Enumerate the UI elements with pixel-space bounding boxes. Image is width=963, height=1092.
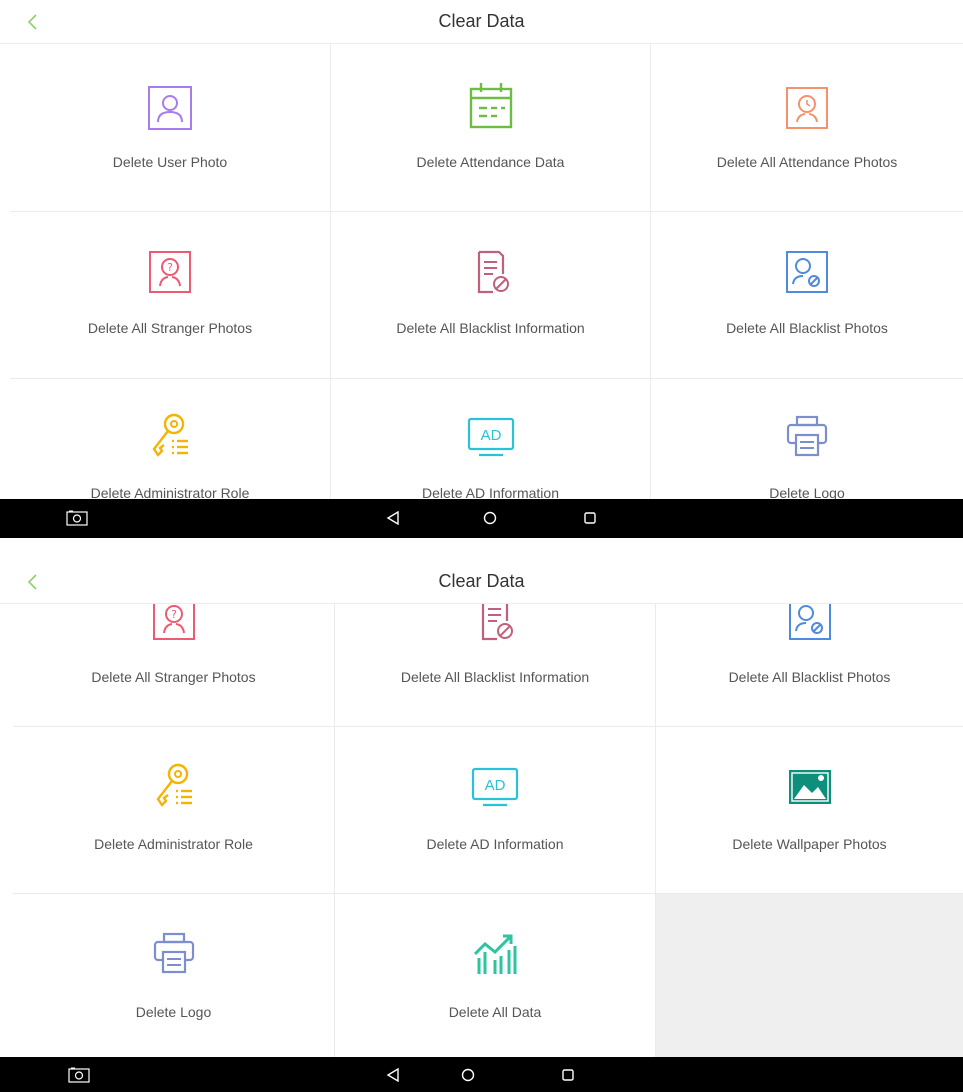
tile-label: Delete All Stranger Photos — [91, 669, 256, 685]
svg-text:AD: AD — [485, 777, 506, 794]
screen-separator — [0, 538, 963, 552]
tile-delete-all-blacklist-photos[interactable]: Delete All Blacklist Photos — [651, 212, 963, 379]
nav-back-icon[interactable] — [386, 1068, 400, 1082]
tile-delete-all-stranger-photos[interactable]: ? Delete All Stranger Photos — [10, 212, 331, 379]
nav-back-icon[interactable] — [386, 511, 400, 525]
calendar-icon — [469, 83, 512, 129]
android-nav-bar — [0, 499, 963, 538]
tile-delete-wallpaper-photos[interactable]: Delete Wallpaper Photos — [656, 727, 963, 894]
svg-text:AD: AD — [480, 427, 501, 444]
header: Clear Data — [0, 552, 963, 604]
stranger-photo-icon: ? — [149, 251, 191, 293]
nav-recents-icon[interactable] — [584, 512, 596, 524]
tile-delete-attendance-data[interactable]: Delete Attendance Data — [331, 44, 651, 212]
tile-delete-all-data[interactable]: Delete All Data — [335, 894, 656, 1062]
ad-monitor-icon: AD — [471, 767, 519, 807]
tile-delete-administrator-role[interactable]: Delete Administrator Role — [13, 727, 335, 894]
attendance-photo-icon — [786, 87, 828, 129]
tile-delete-logo[interactable]: Delete Logo — [13, 894, 335, 1062]
nav-home-icon[interactable] — [461, 1068, 475, 1082]
empty-grid-cell — [656, 894, 963, 1062]
printer-icon — [786, 415, 828, 457]
svg-text:?: ? — [171, 608, 177, 621]
tile-label: Delete Administrator Role — [94, 836, 253, 852]
printer-icon — [153, 932, 194, 974]
screenshot-icon[interactable] — [66, 510, 88, 526]
tile-label: Delete Attendance Data — [416, 154, 565, 170]
page-title: Clear Data — [438, 571, 525, 591]
screenshot-icon[interactable] — [68, 1067, 90, 1083]
tile-label: Delete All Stranger Photos — [87, 320, 253, 336]
user-photo-icon — [148, 86, 192, 130]
nav-home-icon[interactable] — [483, 511, 497, 525]
tile-label: Delete Logo — [135, 1004, 212, 1020]
tile-label: Delete Wallpaper Photos — [732, 836, 887, 852]
wallpaper-image-icon — [788, 770, 831, 804]
tile-label: Delete All Blacklist Photos — [728, 669, 891, 685]
tile-label: Delete AD Information — [426, 836, 564, 852]
blacklist-user-icon — [786, 251, 828, 293]
tile-delete-all-attendance-photos[interactable]: Delete All Attendance Photos — [651, 44, 963, 212]
screen-bottom: Clear Data ? Delete All Stranger Photos — [0, 552, 963, 1092]
tile-delete-user-photo[interactable]: Delete User Photo — [10, 44, 331, 212]
ad-monitor-icon: AD — [467, 417, 514, 457]
tile-delete-all-blacklist-information[interactable]: Delete All Blacklist Information — [331, 212, 651, 379]
tile-label: Delete All Blacklist Photos — [726, 320, 888, 336]
android-nav-bar — [0, 1057, 963, 1092]
nav-recents-icon[interactable] — [562, 1069, 574, 1081]
page-title: Clear Data — [438, 11, 525, 31]
tile-label: Delete All Blacklist Information — [400, 669, 590, 685]
chart-growth-icon — [473, 934, 517, 974]
tile-label: Delete All Blacklist Information — [396, 320, 585, 336]
tile-delete-ad-information[interactable]: AD Delete AD Information — [335, 727, 656, 894]
key-list-icon — [152, 413, 188, 457]
key-list-icon — [156, 763, 192, 807]
header: Clear Data — [0, 0, 963, 44]
tile-label: Delete All Attendance Photos — [716, 154, 898, 170]
tile-label: Delete All Data — [448, 1004, 542, 1020]
blacklist-document-icon — [477, 250, 509, 294]
svg-text:?: ? — [167, 261, 173, 274]
screen-top: Clear Data Delete User Photo Delete Atte… — [0, 0, 963, 538]
tile-label: Delete User Photo — [112, 154, 228, 170]
